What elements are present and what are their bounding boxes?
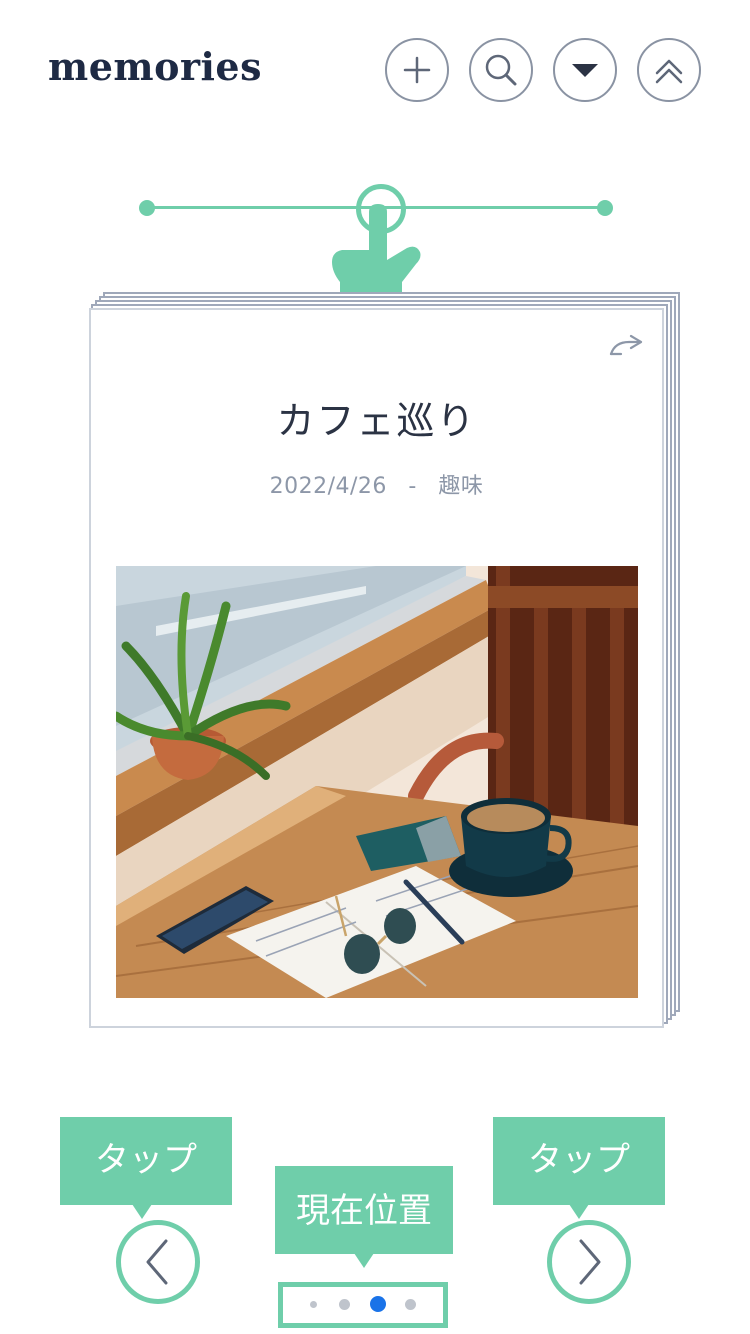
slider-end-dot: [597, 200, 613, 216]
triangle-down-icon: [572, 64, 598, 77]
next-page-button[interactable]: [547, 1220, 631, 1304]
memory-card[interactable]: カフェ巡り 2022/4/26 - 趣味: [89, 308, 664, 1028]
tap-callout-right: タップ: [493, 1117, 665, 1219]
position-callout-text: 現在位置: [296, 1191, 432, 1231]
app-logo: memories: [48, 44, 262, 89]
search-button[interactable]: [469, 38, 533, 102]
chevron-right-icon: [579, 1239, 601, 1285]
position-callout: 現在位置: [275, 1166, 453, 1268]
plus-icon: [403, 56, 431, 84]
callout-pointer: [132, 1204, 152, 1219]
page-dot[interactable]: [339, 1299, 350, 1310]
page-dot-active[interactable]: [370, 1296, 386, 1312]
scroll-top-button[interactable]: [637, 38, 701, 102]
prev-page-button[interactable]: [116, 1220, 200, 1304]
card-meta: 2022/4/26 - 趣味: [91, 468, 662, 500]
card-title: カフェ巡り: [276, 399, 477, 443]
return-arrow-icon[interactable]: [609, 334, 645, 358]
tap-callout-left-text: タップ: [95, 1140, 197, 1180]
card-date: 2022/4/26: [269, 474, 387, 499]
page-indicator: [278, 1282, 448, 1328]
callout-pointer: [569, 1204, 589, 1219]
page-dot[interactable]: [310, 1301, 317, 1308]
card-category: 趣味: [438, 474, 484, 499]
tap-callout-left: タップ: [60, 1117, 232, 1219]
chevron-left-icon: [146, 1239, 168, 1285]
tap-callout-right-text: タップ: [528, 1140, 630, 1180]
search-icon: [485, 54, 517, 86]
card-photo: [116, 566, 638, 998]
page-dot[interactable]: [405, 1299, 416, 1310]
add-button[interactable]: [385, 38, 449, 102]
double-chevron-up-icon: [655, 59, 683, 84]
meta-separator: -: [408, 474, 417, 499]
callout-pointer: [354, 1253, 374, 1268]
dropdown-button[interactable]: [553, 38, 617, 102]
slider-start-dot: [139, 200, 155, 216]
